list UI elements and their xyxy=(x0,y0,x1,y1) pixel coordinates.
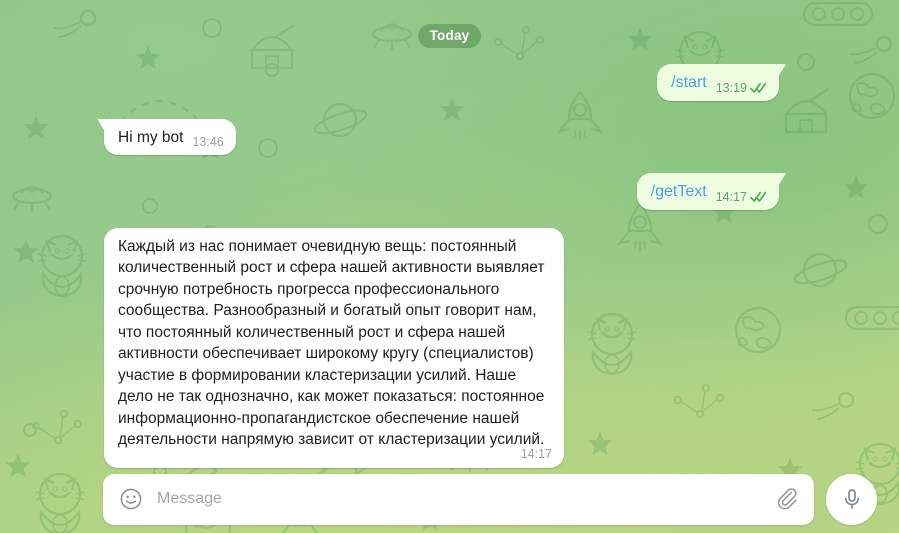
double-check-icon xyxy=(750,191,767,203)
message-text[interactable]: /getText xyxy=(651,181,707,203)
bubble-tail xyxy=(777,173,786,188)
telegram-chat-window: Today /start 13:19 Hi my bot 13:46 /getT… xyxy=(0,0,899,533)
message-meta: 13:19 xyxy=(716,81,767,95)
message-bubble-outgoing[interactable]: /getText 14:17 xyxy=(636,173,786,210)
message-text: Hi my bot xyxy=(118,128,184,146)
bubble-tail xyxy=(97,118,106,134)
microphone-icon xyxy=(840,487,864,511)
message-meta: 14:17 xyxy=(716,190,767,204)
message-time: 13:19 xyxy=(715,80,747,95)
message-row: /start 13:19 xyxy=(18,64,881,101)
message-time: 14:17 xyxy=(715,189,747,204)
message-composer: Message xyxy=(0,465,899,533)
message-input-wrapper[interactable]: Message xyxy=(103,473,814,525)
message-row: Каждый из нас понимает очевидную вещь: п… xyxy=(18,227,881,468)
date-divider-label: Today xyxy=(417,24,482,48)
message-text: Каждый из нас понимает очевидную вещь: п… xyxy=(118,237,549,449)
message-time: 13:46 xyxy=(192,135,224,149)
message-time: 14:17 xyxy=(520,446,552,461)
bubble-tail xyxy=(777,64,786,79)
paperclip-icon[interactable] xyxy=(775,487,800,512)
message-bubble-incoming-long[interactable]: Каждый из нас понимает очевидную вещь: п… xyxy=(104,227,564,468)
message-input[interactable]: Message xyxy=(157,490,775,508)
smiley-icon[interactable] xyxy=(119,487,143,511)
message-bubble-incoming[interactable]: Hi my bot 13:46 xyxy=(97,118,236,155)
message-text[interactable]: /start xyxy=(671,72,707,94)
message-row: Hi my bot 13:46 xyxy=(18,118,881,155)
message-bubble-outgoing[interactable]: /start 13:19 xyxy=(657,64,786,101)
double-check-icon xyxy=(750,82,767,94)
message-meta: 13:46 xyxy=(192,135,223,149)
voice-record-button[interactable] xyxy=(826,473,877,525)
date-divider: Today xyxy=(18,24,881,48)
message-row: /getText 14:17 xyxy=(18,173,881,210)
message-list[interactable]: Today /start 13:19 Hi my bot 13:46 /getT… xyxy=(0,0,899,468)
